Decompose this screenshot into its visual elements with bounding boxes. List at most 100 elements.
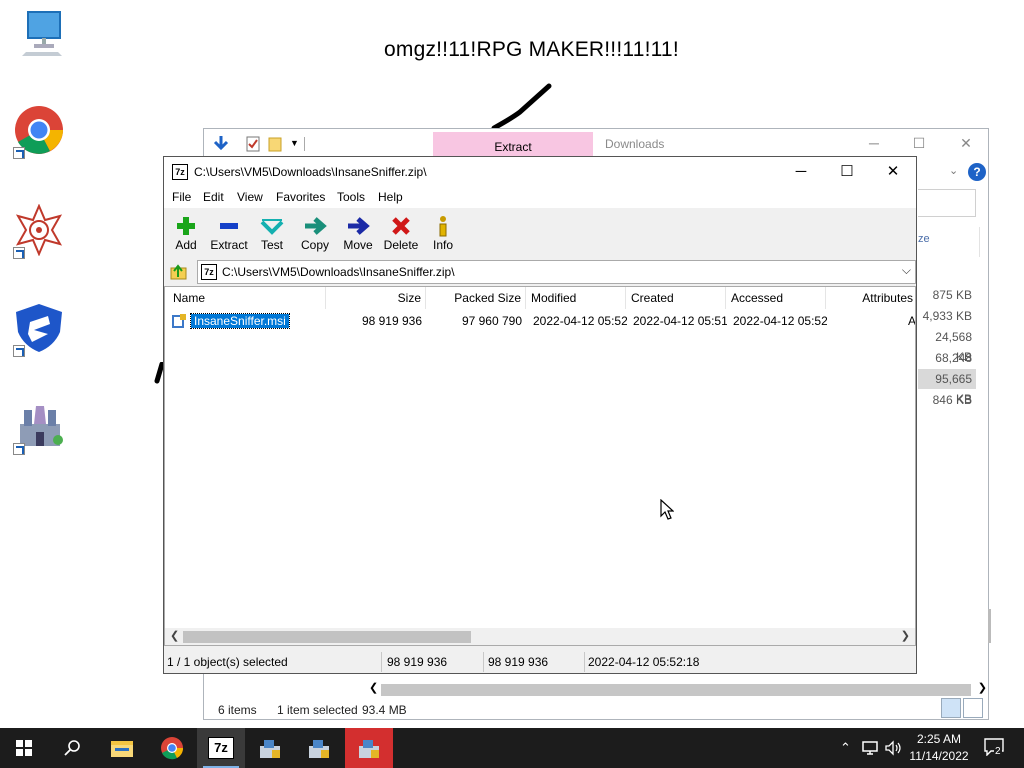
menu-help[interactable]: Help xyxy=(378,190,403,204)
extract-button[interactable]: Extract xyxy=(206,212,252,258)
add-button[interactable]: Add xyxy=(163,212,209,258)
file-name-insanesniffer-msi[interactable]: InsaneSniffer.msi xyxy=(190,313,290,329)
menu-view[interactable]: View xyxy=(237,190,263,204)
cell-modified: 2022-04-12 05:52 xyxy=(533,314,627,328)
large-icons-view-button[interactable] xyxy=(963,698,983,718)
up-folder-icon[interactable] xyxy=(170,263,188,281)
details-view-button[interactable] xyxy=(941,698,961,718)
item-count: 6 items xyxy=(218,703,257,717)
menu-favorites[interactable]: Favorites xyxy=(276,190,325,204)
info-icon xyxy=(439,216,447,237)
minimize-button[interactable]: ─ xyxy=(786,162,816,182)
zip-archive-icon: 7z xyxy=(201,264,217,280)
delete-x-icon xyxy=(392,217,410,235)
menu-file[interactable]: File xyxy=(172,190,191,204)
tab-extract-tools[interactable]: Extract xyxy=(433,132,593,158)
installer-taskbar-button-alert[interactable] xyxy=(345,728,393,768)
shortcut-arrow-icon xyxy=(13,247,25,259)
copy-button[interactable]: Copy xyxy=(292,212,338,258)
this-pc-icon[interactable] xyxy=(12,8,68,64)
download-arrow-icon[interactable] xyxy=(212,135,230,153)
7zip-file-manager-window[interactable]: 7z C:\Users\VM5\Downloads\InsaneSniffer.… xyxy=(163,156,917,674)
search-icon xyxy=(64,740,80,756)
scroll-left-icon[interactable]: ❮ xyxy=(369,681,378,694)
file-size-selected: 95,665 KB xyxy=(918,369,976,406)
castle-game-icon[interactable] xyxy=(12,400,68,456)
scroll-right-icon[interactable]: ❯ xyxy=(901,629,910,642)
chrome-icon xyxy=(161,737,184,760)
scroll-thumb[interactable] xyxy=(183,631,471,643)
clock[interactable]: 2:25 AM 11/14/2022 xyxy=(906,731,972,765)
path-text: C:\Users\VM5\Downloads\InsaneSniffer.zip… xyxy=(222,265,455,279)
msi-installer-icon xyxy=(172,314,186,328)
status-date: 2022-04-12 05:52:18 xyxy=(588,655,700,669)
toolbar: Add Extract Test Copy Move Delete Info xyxy=(164,209,916,259)
close-button[interactable]: ✕ xyxy=(878,162,908,182)
help-icon[interactable]: ? xyxy=(968,163,986,181)
7zip-taskbar-button[interactable]: 7z xyxy=(197,728,245,768)
status-packed: 98 919 936 xyxy=(485,652,585,672)
cell-packed-size: 97 960 790 xyxy=(461,314,522,328)
maximize-button[interactable]: ☐ xyxy=(832,162,862,182)
folder-icon xyxy=(111,741,133,757)
cell-accessed: 2022-04-12 05:52 xyxy=(733,314,827,328)
path-combobox[interactable]: 7z C:\Users\VM5\Downloads\InsaneSniffer.… xyxy=(197,260,916,284)
minus-icon xyxy=(220,223,238,229)
column-size[interactable]: Size xyxy=(327,287,426,309)
scroll-left-icon[interactable]: ❮ xyxy=(170,629,179,642)
menu-tools[interactable]: Tools xyxy=(337,190,365,204)
column-accessed[interactable]: Accessed xyxy=(727,287,826,309)
file-explorer-taskbar-button[interactable] xyxy=(98,728,146,768)
info-button[interactable]: Info xyxy=(420,212,466,258)
chrome-taskbar-button[interactable] xyxy=(148,728,196,768)
column-name[interactable]: Name xyxy=(169,287,326,309)
table-row[interactable]: InsaneSniffer.msi xyxy=(187,311,293,331)
new-folder-icon[interactable] xyxy=(268,136,282,152)
network-icon[interactable] xyxy=(862,740,880,756)
mandala-app-icon[interactable] xyxy=(12,203,68,260)
start-button[interactable] xyxy=(0,728,48,768)
test-button[interactable]: Test xyxy=(249,212,295,258)
search-box[interactable] xyxy=(918,189,976,217)
windows-logo-icon xyxy=(16,740,32,756)
installer-icon xyxy=(309,740,329,758)
installer-taskbar-button[interactable] xyxy=(246,728,294,768)
notification-center-button[interactable]: 2 xyxy=(984,738,1006,758)
explorer-edge-mark xyxy=(988,609,991,643)
wallpaper-text: omgz!!11!RPG MAKER!!!11!11! xyxy=(384,38,679,61)
horizontal-scrollbar[interactable]: ❮ ❯ xyxy=(165,628,915,645)
expand-ribbon-icon[interactable]: ⌄ xyxy=(949,164,958,177)
installer-icon xyxy=(359,740,379,758)
delete-button[interactable]: Delete xyxy=(378,212,424,258)
file-list[interactable]: Name Size Packed Size Modified Created A… xyxy=(164,286,916,646)
title-bar[interactable]: 7z C:\Users\VM5\Downloads\InsaneSniffer.… xyxy=(164,157,916,187)
close-button[interactable]: ✕ xyxy=(956,135,976,152)
chevron-down-icon[interactable]: ⌵ xyxy=(902,263,911,278)
volume-icon[interactable] xyxy=(885,740,903,756)
properties-icon[interactable] xyxy=(246,136,260,152)
7zip-app-icon: 7z xyxy=(172,164,188,180)
qa-dropdown-icon[interactable]: ▼ xyxy=(290,138,299,148)
column-attributes[interactable]: Attributes xyxy=(827,287,915,309)
column-modified[interactable]: Modified xyxy=(527,287,626,309)
menu-edit[interactable]: Edit xyxy=(203,190,224,204)
move-button[interactable]: Move xyxy=(335,212,381,258)
file-size: 68,248 KB xyxy=(935,351,972,385)
explorer-horizontal-scrollbar[interactable]: ❮ ❯ xyxy=(369,681,987,697)
google-chrome-icon[interactable] xyxy=(12,104,68,160)
installer-taskbar-button-2[interactable] xyxy=(295,728,343,768)
show-hidden-icons-chevron-icon[interactable]: ⌃ xyxy=(840,740,851,756)
scroll-right-icon[interactable]: ❯ xyxy=(978,681,987,694)
security-shield-icon[interactable] xyxy=(12,302,68,358)
column-packed-size[interactable]: Packed Size xyxy=(427,287,526,309)
search-button[interactable] xyxy=(48,728,96,768)
move-arrow-icon xyxy=(348,217,370,235)
scroll-thumb[interactable] xyxy=(381,684,971,696)
size-column-header[interactable]: ze xyxy=(918,227,980,257)
minimize-button[interactable]: ─ xyxy=(864,135,884,151)
maximize-button[interactable]: ☐ xyxy=(909,135,929,152)
column-created[interactable]: Created xyxy=(627,287,726,309)
selected-count: 1 item selected xyxy=(277,703,358,717)
cell-size: 98 919 936 xyxy=(361,314,422,328)
status-bar: 1 / 1 object(s) selected 98 919 936 98 9… xyxy=(164,652,916,672)
